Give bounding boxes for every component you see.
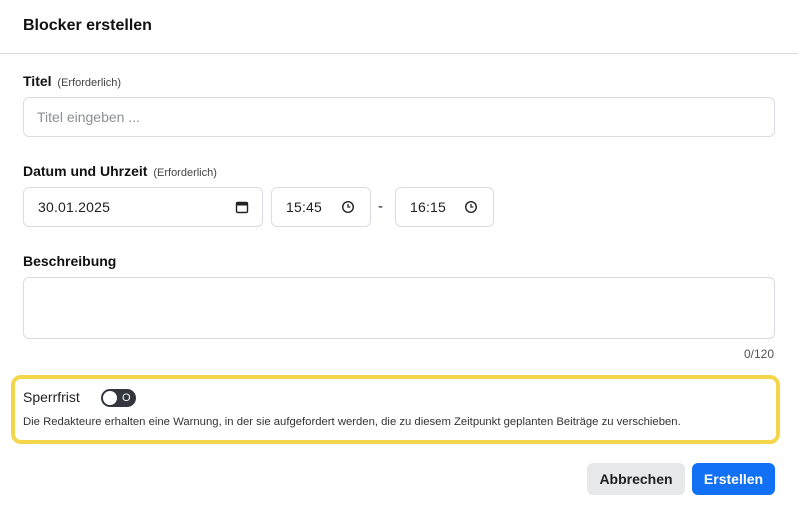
time-range-separator: -: [378, 198, 383, 215]
sperrfrist-toggle[interactable]: O: [101, 389, 136, 407]
sperrfrist-highlight: [11, 375, 780, 444]
create-button[interactable]: Erstellen: [692, 463, 775, 495]
start-time-input[interactable]: 15:45: [271, 187, 371, 227]
start-time-value: 15:45: [286, 199, 323, 215]
calendar-icon[interactable]: [235, 200, 249, 214]
clock-icon[interactable]: [464, 200, 478, 214]
date-input[interactable]: 30.01.2025: [23, 187, 263, 227]
clock-icon[interactable]: [341, 200, 355, 214]
sperrfrist-hint: Die Redakteure erhalten eine Warnung, in…: [23, 416, 681, 428]
create-blocker-dialog: Blocker erstellen Titel (Erforderlich) T…: [0, 0, 798, 511]
title-label: Titel (Erforderlich): [23, 73, 121, 89]
toggle-knob: [103, 391, 117, 405]
title-placeholder: Titel eingeben ...: [37, 109, 140, 125]
title-required-note: (Erforderlich): [57, 77, 121, 89]
end-time-input[interactable]: 16:15: [395, 187, 494, 227]
toggle-state-text: O: [122, 392, 131, 404]
description-textarea[interactable]: [23, 277, 775, 339]
dialog-header: Blocker erstellen: [0, 0, 798, 54]
title-input[interactable]: Titel eingeben ...: [23, 97, 775, 137]
datetime-label: Datum und Uhrzeit (Erforderlich): [23, 163, 217, 179]
description-label-text: Beschreibung: [23, 253, 117, 269]
title-label-text: Titel: [23, 73, 52, 89]
cancel-button[interactable]: Abbrechen: [587, 463, 685, 495]
datetime-required-note: (Erforderlich): [153, 167, 217, 179]
end-time-value: 16:15: [410, 199, 447, 215]
date-value: 30.01.2025: [38, 199, 111, 215]
description-label: Beschreibung: [23, 253, 116, 269]
sperrfrist-label: Sperrfrist: [23, 389, 80, 405]
character-counter: 0/120: [743, 347, 774, 361]
dialog-title: Blocker erstellen: [23, 17, 152, 34]
datetime-label-text: Datum und Uhrzeit: [23, 163, 148, 179]
